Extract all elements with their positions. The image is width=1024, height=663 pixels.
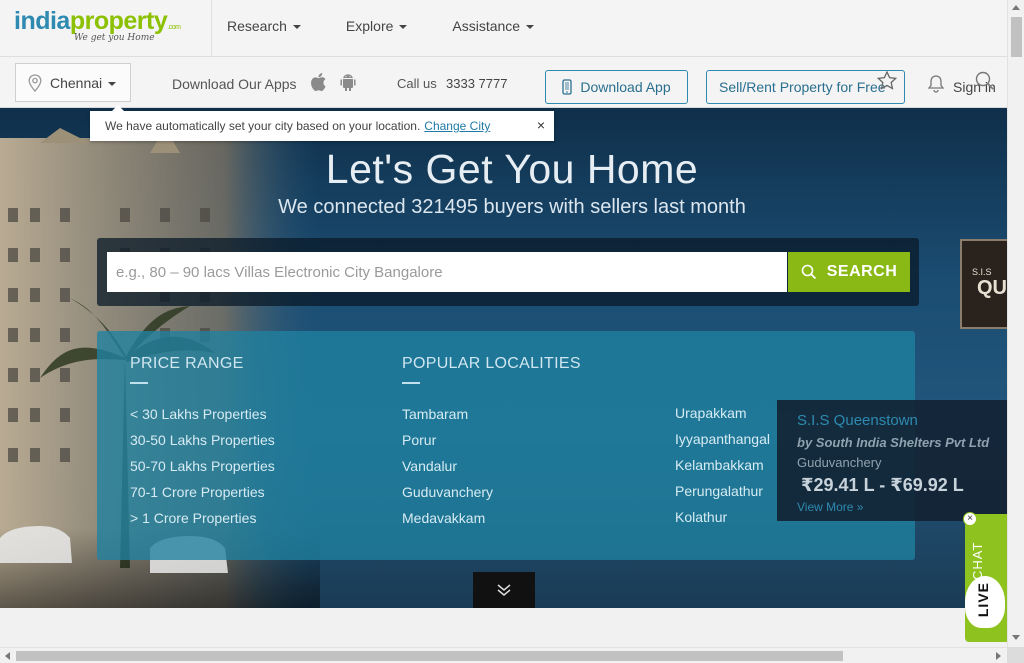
main-nav: Research Explore Assistance bbox=[227, 18, 579, 34]
chat-label: CHAT bbox=[970, 541, 985, 580]
site-logo[interactable]: indiaproperty.com We get you Home bbox=[14, 6, 204, 50]
search-button-label: SEARCH bbox=[826, 263, 898, 280]
featured-project-price: ₹29.41 L - ₹69.92 L bbox=[801, 475, 964, 495]
chevron-down-icon bbox=[526, 25, 535, 29]
city-tooltip-message: We have automatically set your city base… bbox=[105, 119, 421, 133]
scroll-left-arrow-icon[interactable] bbox=[5, 652, 10, 660]
price-range-link[interactable]: < 30 Lakhs Properties bbox=[130, 406, 267, 422]
locality-link[interactable]: Medavakkam bbox=[402, 510, 485, 526]
locality-link[interactable]: Guduvanchery bbox=[402, 484, 493, 500]
property-search-input[interactable] bbox=[107, 252, 787, 292]
chevron-down-icon bbox=[108, 81, 117, 86]
mobile-phone-icon bbox=[562, 79, 572, 95]
logo-divider bbox=[211, 0, 212, 57]
double-chevron-down-icon bbox=[497, 584, 511, 596]
nav-research[interactable]: Research bbox=[227, 18, 301, 34]
search-bar: SEARCH bbox=[97, 238, 919, 306]
promo-thumb-logo: QU bbox=[977, 277, 1007, 299]
top-navbar: indiaproperty.com We get you Home Resear… bbox=[0, 0, 1007, 57]
price-range-link[interactable]: 70-1 Crore Properties bbox=[130, 484, 265, 500]
call-us-label: Call us bbox=[397, 76, 437, 91]
popular-localities-divider bbox=[402, 382, 420, 384]
chevron-down-icon bbox=[399, 25, 408, 29]
page: indiaproperty.com We get you Home Resear… bbox=[0, 0, 1007, 647]
price-range-link[interactable]: > 1 Crore Properties bbox=[130, 510, 256, 526]
nav-explore[interactable]: Explore bbox=[345, 18, 408, 34]
change-city-link[interactable]: Change City bbox=[424, 119, 490, 133]
locality-link[interactable]: Kolathur bbox=[675, 509, 727, 525]
android-icon[interactable] bbox=[339, 72, 357, 92]
scroll-down-button[interactable] bbox=[473, 572, 535, 608]
logo-text-com: .com bbox=[167, 24, 181, 31]
vertical-scrollbar[interactable] bbox=[1007, 0, 1024, 647]
city-selector[interactable]: Chennai bbox=[15, 63, 131, 102]
price-range-title: PRICE RANGE bbox=[130, 355, 244, 372]
apple-icon[interactable] bbox=[310, 72, 328, 92]
vertical-scrollbar-thumb[interactable] bbox=[1011, 17, 1022, 57]
price-range-link[interactable]: 30-50 Lakhs Properties bbox=[130, 432, 275, 448]
price-range-divider bbox=[130, 382, 148, 384]
locality-link[interactable]: Porur bbox=[402, 432, 436, 448]
nav-assistance-label: Assistance bbox=[452, 18, 521, 34]
horizontal-scrollbar-thumb[interactable] bbox=[16, 651, 843, 661]
featured-project-name[interactable]: S.I.S Queenstown bbox=[797, 412, 918, 429]
featured-project-builder: by South India Shelters Pvt Ltd Guduvanc… bbox=[797, 433, 997, 473]
featured-project-builder-name: by South India Shelters Pvt Ltd bbox=[797, 435, 990, 450]
promo-project-thumbnail[interactable]: S.I.S QU bbox=[960, 239, 1007, 329]
close-icon[interactable]: × bbox=[537, 117, 545, 133]
location-pin-icon bbox=[28, 73, 42, 92]
featured-project-location: Guduvanchery bbox=[797, 455, 882, 470]
city-selector-label: Chennai bbox=[50, 74, 103, 91]
chat-close-icon[interactable]: × bbox=[963, 512, 977, 526]
download-apps-label: Download Our Apps bbox=[172, 76, 297, 92]
chat-live-label: LIVE bbox=[975, 582, 991, 618]
locality-link[interactable]: Perungalathur bbox=[675, 483, 763, 499]
hero-subtitle: We connected 321495 buyers with sellers … bbox=[278, 196, 746, 218]
view-more-link[interactable]: View More » bbox=[797, 500, 863, 514]
search-icon bbox=[801, 264, 816, 280]
search-icon[interactable] bbox=[974, 70, 996, 92]
download-app-button[interactable]: Download App bbox=[545, 70, 688, 104]
featured-project-card[interactable]: S.I.S Queenstown by South India Shelters… bbox=[777, 400, 1007, 521]
hero-title: Let's Get You Home bbox=[325, 146, 699, 192]
scroll-right-arrow-icon[interactable] bbox=[996, 652, 1001, 660]
nav-assistance[interactable]: Assistance bbox=[452, 18, 535, 34]
call-us-number[interactable]: 3333 7777 bbox=[446, 76, 507, 91]
bell-icon[interactable] bbox=[925, 73, 947, 95]
search-button[interactable]: SEARCH bbox=[788, 252, 910, 292]
nav-explore-label: Explore bbox=[345, 18, 394, 34]
locality-link[interactable]: Tambaram bbox=[402, 406, 468, 422]
sub-navbar: Chennai Download Our Apps Call us 3333 7… bbox=[0, 57, 1007, 108]
locality-link[interactable]: Kelambakkam bbox=[675, 457, 764, 473]
logo-text-india: india bbox=[14, 7, 70, 35]
promo-thumb-text: S.I.S bbox=[972, 267, 992, 277]
scroll-down-arrow-icon[interactable] bbox=[1012, 635, 1020, 640]
logo-tagline: We get you Home bbox=[74, 33, 155, 43]
sell-rent-label: Sell/Rent Property for Free bbox=[719, 79, 886, 95]
download-app-label: Download App bbox=[580, 79, 671, 95]
scrollbar-corner bbox=[1007, 647, 1024, 663]
star-icon[interactable] bbox=[876, 70, 898, 92]
scroll-up-arrow-icon[interactable] bbox=[1012, 5, 1020, 10]
locality-link[interactable]: Vandalur bbox=[402, 458, 457, 474]
horizontal-scrollbar[interactable] bbox=[0, 647, 1007, 663]
hero-section: Let's Get You Home We connected 321495 b… bbox=[0, 108, 1007, 608]
chevron-down-icon bbox=[292, 25, 301, 29]
city-auto-set-tooltip: We have automatically set your city base… bbox=[90, 105, 554, 141]
popular-localities-title: POPULAR LOCALITIES bbox=[402, 355, 581, 372]
live-chat-widget[interactable]: × CHAT LIVE bbox=[963, 512, 1007, 642]
nav-research-label: Research bbox=[227, 18, 287, 34]
price-range-link[interactable]: 50-70 Lakhs Properties bbox=[130, 458, 275, 474]
locality-link[interactable]: Urapakkam bbox=[675, 405, 747, 421]
locality-link[interactable]: Iyyapanthangal bbox=[675, 431, 770, 447]
logo-text-property: property bbox=[69, 7, 168, 35]
